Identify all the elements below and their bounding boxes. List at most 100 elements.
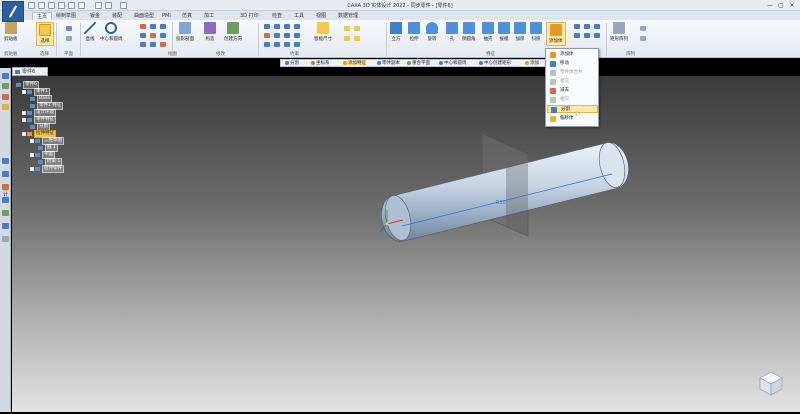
plane-2-icon[interactable] <box>66 36 72 41</box>
constraint-7-icon[interactable] <box>284 33 290 38</box>
tab-surface[interactable]: 曲面造型 <box>134 12 154 20</box>
tree-item[interactable]: 拉伸零件 <box>30 165 64 173</box>
constraint-2-icon[interactable] <box>274 24 280 29</box>
ellipse-icon[interactable] <box>150 33 156 38</box>
paste-button[interactable]: 剪贴板 <box>4 22 18 42</box>
tab-data-management[interactable]: 数据管理 <box>338 12 358 20</box>
menu-item-subtract[interactable]: 减去 <box>547 87 598 95</box>
layers-icon[interactable] <box>2 210 9 216</box>
offset-icon[interactable] <box>140 42 146 47</box>
fillet-button[interactable]: 倒圆角 <box>462 22 476 42</box>
tab-inspect[interactable]: 检查 <box>272 12 282 20</box>
checkbox-icon[interactable] <box>30 153 34 157</box>
dimension-label[interactable]: R10 <box>496 200 506 206</box>
point-icon[interactable] <box>160 33 166 38</box>
minimize-button[interactable]: — <box>765 2 775 9</box>
section-icon[interactable] <box>2 197 9 203</box>
section-projection-button[interactable]: 投影剖面 <box>176 22 194 42</box>
trim-icon[interactable] <box>160 42 166 47</box>
polygon-icon[interactable] <box>160 24 166 29</box>
checkbox-icon[interactable] <box>30 139 34 143</box>
feature-2-icon[interactable] <box>584 24 590 29</box>
tab-tools[interactable]: 工具 <box>294 12 304 20</box>
checkbox-icon[interactable] <box>22 111 26 115</box>
design-tree-icon[interactable] <box>2 73 9 79</box>
menu-item-add-body[interactable]: 添加体 <box>547 51 598 59</box>
feature-4-icon[interactable] <box>574 33 580 38</box>
sweep-button[interactable]: 扫掠 <box>530 22 542 42</box>
grid-icon[interactable] <box>2 236 9 242</box>
constraint-10-icon[interactable] <box>274 42 280 47</box>
constraint-11-icon[interactable] <box>284 42 290 47</box>
cmd-center-circle[interactable]: 中心和圆周 <box>439 60 467 67</box>
center-circle-button[interactable]: 中心和圆周 <box>100 22 123 42</box>
plane-icon[interactable] <box>66 26 72 31</box>
constraint-3-icon[interactable] <box>284 24 290 29</box>
thicken-button[interactable]: 加厚 <box>514 22 526 42</box>
tab-machining[interactable]: 加工 <box>204 12 214 20</box>
tab-pmi[interactable]: PMI <box>162 12 171 20</box>
constraint-5-icon[interactable] <box>264 33 270 38</box>
tab-simulation[interactable]: 仿真 <box>182 12 192 20</box>
zoom-icon[interactable] <box>2 223 9 229</box>
smart-dimension-button[interactable]: 智能尺寸 <box>314 22 332 42</box>
menu-item-split[interactable]: 分割 <box>547 105 598 113</box>
menu-item-intersect-2[interactable]: 相交 <box>547 96 598 104</box>
cmd-add[interactable]: 添加 <box>525 60 539 67</box>
measure-icon[interactable] <box>2 171 9 177</box>
feature-3-icon[interactable] <box>594 24 600 29</box>
document-tab[interactable]: 零件6 <box>12 67 48 76</box>
menu-item-offset-body[interactable]: 偏移体 <box>547 115 598 123</box>
properties-icon[interactable] <box>2 83 9 89</box>
spline-icon[interactable] <box>140 33 146 38</box>
constraint-6-icon[interactable] <box>274 33 280 38</box>
tab-3d-print[interactable]: 3D 打印 <box>240 12 259 20</box>
history-icon[interactable] <box>2 104 9 110</box>
tab-home[interactable]: 主页 <box>32 12 53 20</box>
cmd-add-feature[interactable]: 添加特征 <box>343 60 366 67</box>
rect-array-button[interactable]: 矩形阵列 <box>610 22 628 42</box>
maximize-button[interactable]: ▢ <box>776 2 786 9</box>
cmd-center-rect[interactable]: 中心创建矩形 <box>479 60 511 67</box>
rect-icon[interactable] <box>150 24 156 29</box>
tab-sketch[interactable]: 绘制草图 <box>56 12 76 20</box>
checkbox-icon[interactable] <box>22 90 26 94</box>
select-button[interactable]: 选择 <box>36 22 54 46</box>
tab-view[interactable]: 视图 <box>316 12 326 20</box>
checkbox-icon[interactable] <box>22 118 26 122</box>
feature-5-icon[interactable] <box>584 33 590 38</box>
dim-4-icon[interactable] <box>344 36 350 41</box>
view-icon[interactable] <box>2 158 9 164</box>
dim-3-icon[interactable] <box>354 26 360 31</box>
constraint-12-icon[interactable] <box>294 42 300 47</box>
hole-button[interactable]: 孔 <box>446 22 458 42</box>
app-logo[interactable] <box>2 1 24 22</box>
checkbox-icon[interactable] <box>22 132 26 136</box>
line-button[interactable]: 直线 <box>84 22 96 42</box>
construct-button[interactable]: 构造 <box>204 22 216 42</box>
cmd-part-copy[interactable]: 零件副本 <box>377 60 400 67</box>
cube-button[interactable]: 立方 <box>390 22 402 42</box>
tab-sheetmetal[interactable]: 钣金 <box>90 12 100 20</box>
constraint-9-icon[interactable] <box>264 42 270 47</box>
dim-2-icon[interactable] <box>344 26 350 31</box>
feature-6-icon[interactable] <box>594 33 600 38</box>
menu-item-intersect[interactable]: 相交 <box>547 78 598 86</box>
constraint-8-icon[interactable] <box>294 33 300 38</box>
add-body-button[interactable]: 添加体 <box>546 22 566 46</box>
menu-item-move[interactable]: 移动 <box>547 60 598 68</box>
arc-icon[interactable] <box>140 24 146 29</box>
array-3-icon[interactable] <box>640 36 646 41</box>
create-direction-button[interactable]: 创建方向 <box>224 22 242 42</box>
constraint-1-icon[interactable] <box>264 24 270 29</box>
checkbox-icon[interactable] <box>30 167 34 171</box>
draft-button[interactable]: 拔模 <box>498 22 510 42</box>
search-icon[interactable] <box>2 94 9 100</box>
revolve-button[interactable]: 旋转 <box>426 22 438 42</box>
shell-button[interactable]: 抽壳 <box>482 22 494 42</box>
cmd-coincident-plane[interactable]: 重合平面 <box>407 60 430 67</box>
close-button[interactable]: ✕ <box>787 2 797 9</box>
cmd-split[interactable]: 分割 <box>285 60 299 67</box>
3d-viewport[interactable]: R10 <box>12 76 800 412</box>
tab-assembly[interactable]: 装配 <box>112 12 122 20</box>
